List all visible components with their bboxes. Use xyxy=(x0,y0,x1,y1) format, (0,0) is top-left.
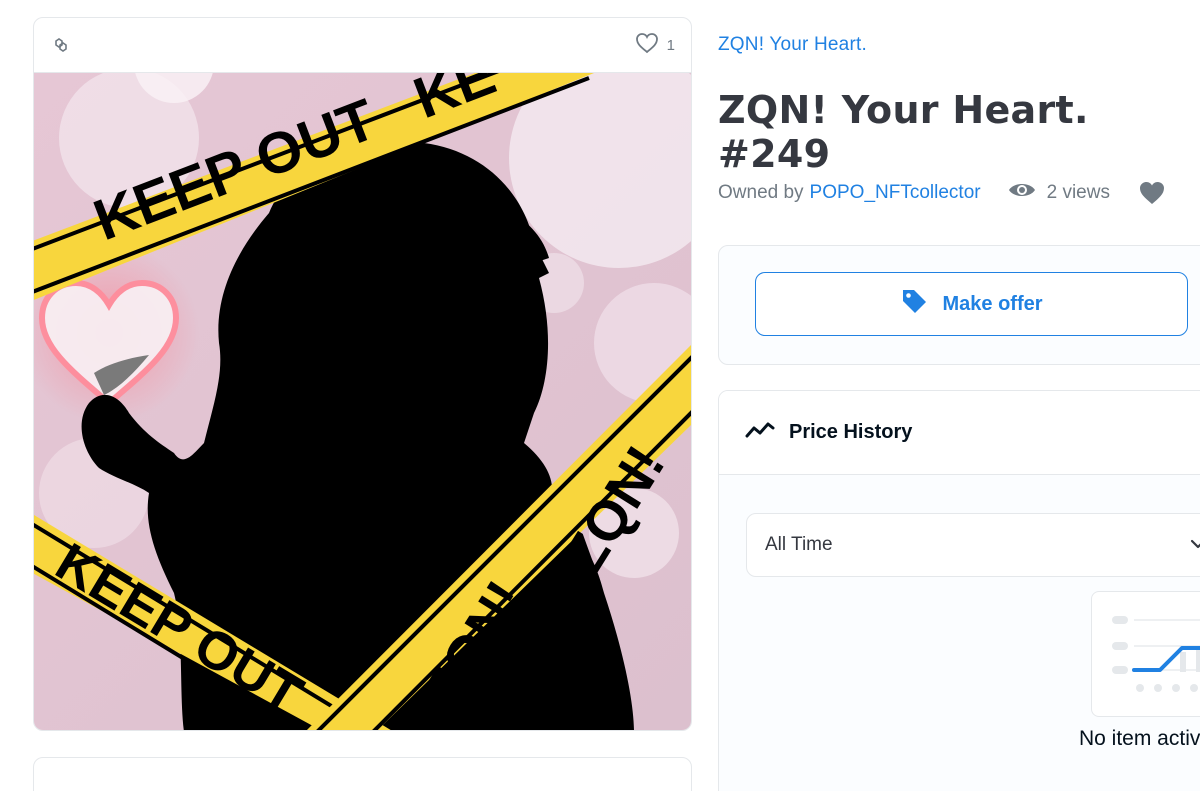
owner-row: Owned by POPO_NFTcollector 2 views xyxy=(718,180,1166,206)
views-label: 2 views xyxy=(1046,182,1110,203)
make-offer-button[interactable]: Make offer xyxy=(755,272,1188,336)
owner-link[interactable]: POPO_NFTcollector xyxy=(810,182,981,204)
collection-link[interactable]: ZQN! Your Heart. xyxy=(718,34,867,56)
eye-icon xyxy=(1007,180,1037,206)
chevron-down-icon xyxy=(1189,534,1200,556)
tag-icon xyxy=(900,287,928,321)
time-range-value: All Time xyxy=(765,534,833,555)
item-title: ZQN! Your Heart. #249 xyxy=(718,88,1089,176)
details-card xyxy=(33,757,692,791)
time-range-select[interactable]: All Time xyxy=(746,513,1200,577)
media-card: 1 KEEP OUT KE KEEP OUT ZQN! ZQN! xyxy=(33,17,692,731)
favorite-heart-icon[interactable] xyxy=(1138,180,1166,206)
empty-chart-illustration xyxy=(1091,591,1200,717)
favorite-count: 1 xyxy=(666,36,675,54)
media-header: 1 xyxy=(34,18,691,73)
offer-panel: Make offer xyxy=(718,245,1200,365)
price-history-title: Price History xyxy=(789,421,913,443)
trend-line-icon xyxy=(745,420,775,446)
price-history-header[interactable]: Price History xyxy=(719,391,1200,475)
polygon-chain-icon[interactable] xyxy=(50,34,72,56)
favorite-control[interactable]: 1 xyxy=(635,32,675,58)
price-history-panel: Price History All Time No item activ xyxy=(718,390,1200,791)
make-offer-label: Make offer xyxy=(942,292,1043,315)
empty-activity-text: No item activity yet xyxy=(1079,727,1200,750)
views-count: 2 views xyxy=(1007,180,1110,206)
nft-artwork[interactable]: KEEP OUT KE KEEP OUT ZQN! ZQN! xyxy=(34,73,692,731)
heart-outline-icon[interactable] xyxy=(635,32,659,58)
owned-by-label: Owned by xyxy=(718,182,804,203)
